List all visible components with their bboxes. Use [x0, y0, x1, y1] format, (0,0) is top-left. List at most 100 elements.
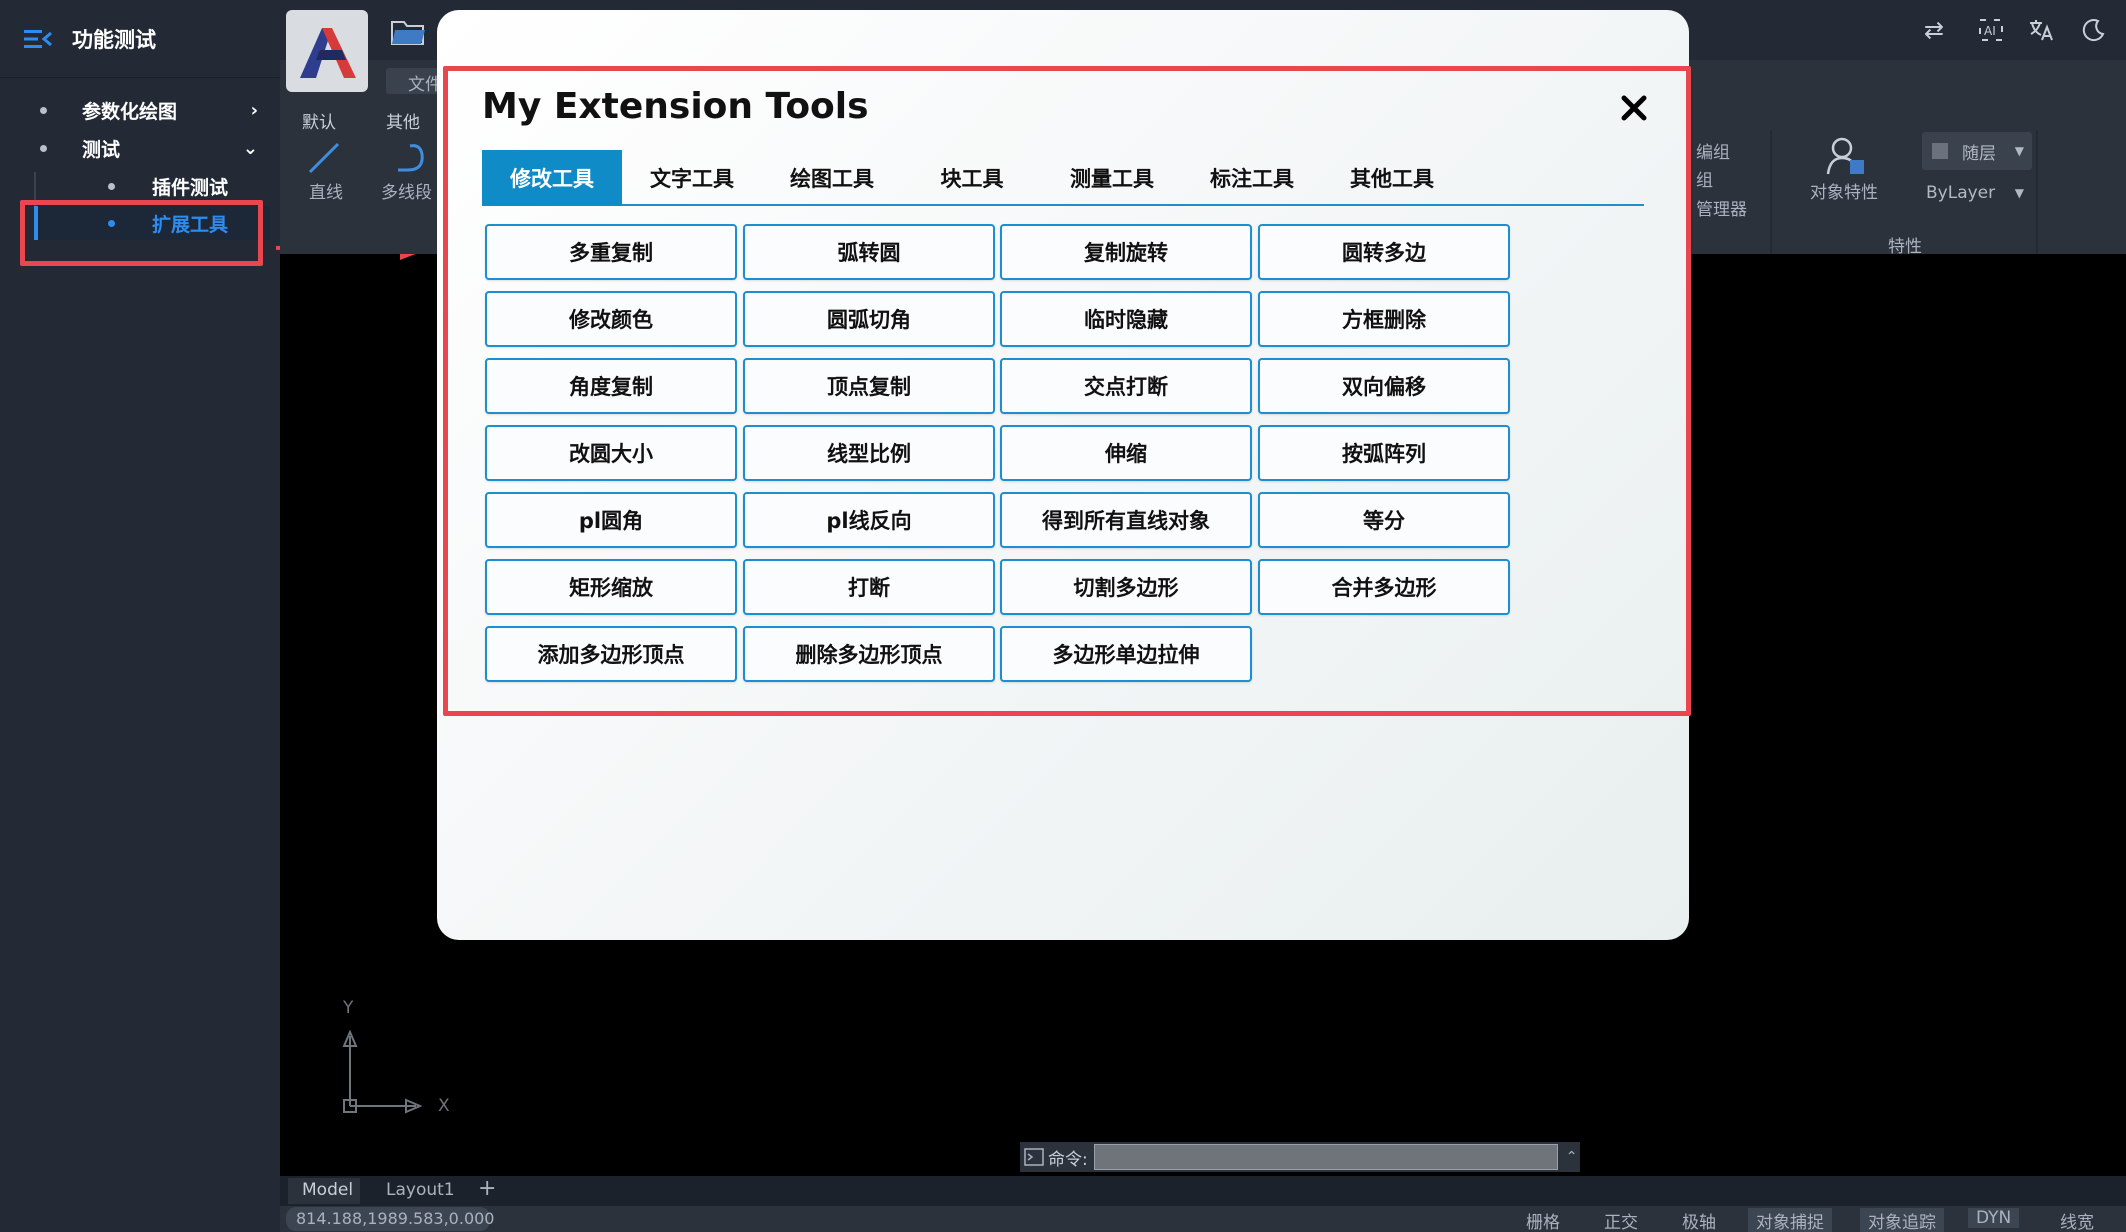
swap-icon[interactable]: ⇄ — [1924, 16, 1944, 44]
group-manager-label[interactable]: 管理器 — [1696, 195, 1747, 220]
add-layout-button[interactable]: + — [478, 1176, 496, 1201]
tool-button[interactable]: 临时隐藏 — [1000, 291, 1252, 347]
bullet-icon — [40, 106, 47, 114]
tab-text-tools[interactable]: 文字工具 — [622, 150, 762, 206]
tool-button[interactable]: 圆转多边 — [1258, 224, 1510, 280]
layer-color-select[interactable]: 随层 ▼ — [1922, 132, 2032, 170]
sidebar-item-label: 参数化绘图 — [82, 100, 178, 123]
status-osnap[interactable]: 对象捕捉 — [1748, 1208, 1832, 1232]
tool-button[interactable]: 弧转圆 — [743, 224, 995, 280]
ribbon-tab-other[interactable]: 其他 — [386, 108, 420, 133]
tool-button[interactable]: 伸缩 — [1000, 425, 1252, 481]
tool-button[interactable]: 方框删除 — [1258, 291, 1510, 347]
ribbon-divider — [1770, 130, 1772, 254]
properties-section-label: 特性 — [1888, 237, 1922, 257]
tool-button[interactable]: 等分 — [1258, 492, 1510, 548]
tool-button[interactable]: 多边形单边拉伸 — [1000, 626, 1252, 682]
tool-button[interactable]: 矩形缩放 — [485, 559, 737, 615]
tab-draw-tools[interactable]: 绘图工具 — [762, 150, 902, 206]
tool-button[interactable]: 角度复制 — [485, 358, 737, 414]
tab-model[interactable]: Model — [288, 1178, 360, 1204]
tab-dimension-tools[interactable]: 标注工具 — [1182, 150, 1322, 206]
tool-button[interactable]: 复制旋转 — [1000, 224, 1252, 280]
tool-button[interactable]: 得到所有直线对象 — [1000, 492, 1252, 548]
tool-button[interactable]: 按弧阵列 — [1258, 425, 1510, 481]
status-bar: 814.188,1989.583,0.000 — [280, 1206, 2126, 1232]
group-label[interactable]: 组 — [1696, 166, 1713, 191]
linetype-select-value: ByLayer — [1926, 183, 1996, 203]
bullet-icon — [108, 182, 115, 190]
tool-button[interactable]: 顶点复制 — [743, 358, 995, 414]
line-tool-icon[interactable] — [306, 140, 342, 176]
layer-select-value: 随层 — [1962, 143, 1996, 164]
tool-button[interactable]: 交点打断 — [1000, 358, 1252, 414]
dropdown-arrow-icon: ▼ — [2014, 186, 2024, 200]
moon-icon[interactable] — [2082, 18, 2106, 42]
linetype-select[interactable]: ByLayer ▼ — [1916, 174, 2032, 212]
command-label: 命令: — [1048, 1149, 1088, 1170]
command-input[interactable] — [1093, 1144, 1558, 1170]
tool-button[interactable]: 双向偏移 — [1258, 358, 1510, 414]
status-ortho[interactable]: 正交 — [1604, 1208, 1638, 1232]
tab-other-tools[interactable]: 其他工具 — [1322, 150, 1462, 206]
polyline-tool-label: 多线段 — [381, 183, 432, 203]
chevron-down-icon: ⌄ — [242, 137, 258, 159]
tool-button[interactable]: pl线反向 — [743, 492, 995, 548]
terminal-icon — [1024, 1148, 1044, 1166]
coords-value: 814.188,1989.583,0.000 — [296, 1209, 495, 1228]
object-properties-icon[interactable] — [1826, 136, 1866, 176]
axis-x-label: X — [438, 1096, 450, 1116]
app-logo — [286, 10, 368, 92]
svg-text:AI: AI — [1984, 24, 1996, 38]
polyline-tool-icon[interactable] — [394, 140, 430, 176]
status-polar[interactable]: 极轴 — [1682, 1208, 1716, 1232]
tab-modify-tools[interactable]: 修改工具 — [482, 150, 622, 206]
dropdown-arrow-icon: ▼ — [2014, 144, 2024, 158]
coords-readout: 814.188,1989.583,0.000 — [286, 1207, 494, 1231]
sidebar-item-test[interactable]: 测试 ⌄ — [0, 130, 280, 166]
ai-icon[interactable]: AI — [1978, 18, 2004, 42]
tab-measure-tools[interactable]: 测量工具 — [1042, 150, 1182, 206]
collapse-menu-icon[interactable] — [24, 28, 52, 50]
sidebar-header: 功能测试 — [0, 0, 280, 78]
status-lineweight[interactable]: 线宽 — [2060, 1208, 2094, 1232]
status-dyn[interactable]: DYN — [1968, 1208, 2020, 1228]
sidebar-item-extension-tools[interactable]: 扩展工具 — [0, 205, 280, 241]
sidebar-item-plugin-test[interactable]: 插件测试 — [0, 168, 280, 204]
close-icon[interactable] — [1618, 92, 1650, 124]
status-grid[interactable]: 栅格 — [1526, 1208, 1560, 1232]
dialog-tab-bar: 修改工具 文字工具 绘图工具 块工具 测量工具 标注工具 其他工具 — [482, 150, 1644, 206]
axis-y-label: Y — [343, 998, 354, 1018]
sidebar-item-param-drawing[interactable]: 参数化绘图 › — [0, 92, 280, 128]
tool-button[interactable]: 线型比例 — [743, 425, 995, 481]
color-swatch — [1932, 143, 1948, 159]
tool-button[interactable]: 删除多边形顶点 — [743, 626, 995, 682]
tool-button[interactable]: 改圆大小 — [485, 425, 737, 481]
folder-open-icon[interactable] — [390, 16, 426, 48]
tab-layout1[interactable]: Layout1 — [386, 1180, 455, 1200]
sidebar-item-label: 插件测试 — [152, 176, 229, 199]
tool-button[interactable]: 多重复制 — [485, 224, 737, 280]
ribbon-tab-default[interactable]: 默认 — [302, 108, 336, 133]
sidebar-title: 功能测试 — [72, 27, 156, 52]
bullet-icon — [108, 219, 115, 227]
tool-button[interactable]: 切割多边形 — [1000, 559, 1252, 615]
bullet-icon — [40, 144, 47, 152]
tool-button[interactable]: 修改颜色 — [485, 291, 737, 347]
object-properties-label: 对象特性 — [1810, 183, 1878, 203]
tool-button[interactable]: 添加多边形顶点 — [485, 626, 737, 682]
chevron-right-icon: › — [250, 99, 258, 121]
line-tool-label: 直线 — [309, 183, 343, 203]
group-edit-label[interactable]: 编组 — [1696, 138, 1730, 163]
dialog-title: My Extension Tools — [482, 86, 869, 127]
ribbon-divider — [2036, 130, 2038, 254]
status-otrack[interactable]: 对象追踪 — [1860, 1208, 1944, 1232]
tool-button[interactable]: 圆弧切角 — [743, 291, 995, 347]
tool-button[interactable]: 合并多边形 — [1258, 559, 1510, 615]
tool-button[interactable]: 打断 — [743, 559, 995, 615]
chevron-up-icon[interactable]: ⌃ — [1566, 1149, 1578, 1165]
command-line: 命令: ⌃ — [1020, 1142, 1580, 1172]
tool-button[interactable]: pl圆角 — [485, 492, 737, 548]
tab-block-tools[interactable]: 块工具 — [902, 150, 1042, 206]
translate-icon[interactable] — [2028, 18, 2054, 42]
